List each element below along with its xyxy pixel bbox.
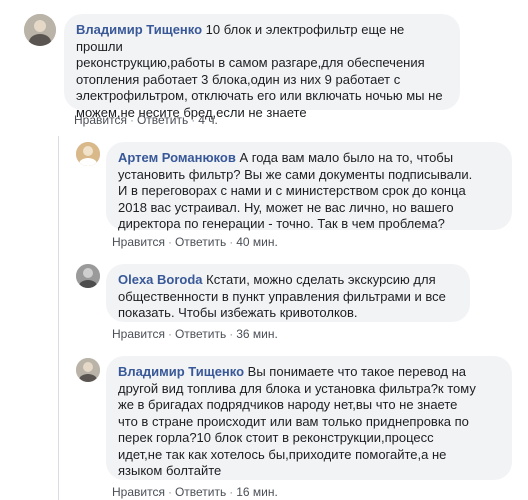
separator: · (229, 485, 234, 499)
comment-author[interactable]: Владимир Тищенко (76, 22, 202, 37)
comment-timestamp[interactable]: 4 ч. (198, 113, 218, 127)
user-photo-icon (76, 142, 100, 166)
reply-link[interactable]: Ответить (175, 485, 226, 499)
user-photo-icon (76, 358, 100, 382)
avatar[interactable] (24, 14, 56, 46)
avatar[interactable] (76, 142, 100, 166)
user-photo-icon (76, 264, 100, 288)
reply-link[interactable]: Ответить (175, 235, 226, 249)
comment-author[interactable]: Владимир Тищенко (118, 364, 244, 379)
like-link[interactable]: Нравится (112, 327, 165, 341)
like-link[interactable]: Нравится (112, 235, 165, 249)
comment-actions: Нравится · Ответить · 40 мин. (112, 234, 278, 250)
reply-thread-line (58, 136, 59, 500)
comment-bubble: Артем Романюков А года вам мало было на … (106, 142, 512, 231)
user-photo-icon (24, 14, 56, 46)
comment-bubble: Владимир Тищенко Вы понимаете что такое … (106, 356, 512, 480)
separator: · (229, 327, 234, 341)
separator: · (129, 113, 134, 127)
comment-actions: Нравится · Ответить · 36 мин. (112, 326, 278, 342)
like-link[interactable]: Нравится (112, 485, 165, 499)
comment-author[interactable]: Olexa Boroda (118, 272, 203, 287)
comment-actions: Нравится · Ответить · 16 мин. (112, 484, 278, 500)
comment-bubble: Владимир Тищенко 10 блок и электрофильтр… (64, 14, 460, 120)
comment-text: Вы понимаете что такое перевод на другой… (118, 364, 476, 478)
comment-author[interactable]: Артем Романюков (118, 150, 236, 165)
reply-link[interactable]: Ответить (175, 327, 226, 341)
separator: · (191, 113, 196, 127)
avatar[interactable] (76, 264, 100, 288)
separator: · (167, 485, 172, 499)
separator: · (167, 235, 172, 249)
comment-bubble: Olexa Boroda Кстати, можно сделать экску… (106, 264, 470, 322)
reply-link[interactable]: Ответить (137, 113, 188, 127)
separator: · (229, 235, 234, 249)
avatar[interactable] (76, 358, 100, 382)
comment-timestamp[interactable]: 40 мин. (236, 235, 278, 249)
comment-timestamp[interactable]: 36 мин. (236, 327, 278, 341)
comment-actions: Нравится · Ответить · 4 ч. (74, 112, 218, 128)
like-link[interactable]: Нравится (74, 113, 127, 127)
separator: · (167, 327, 172, 341)
comment-timestamp[interactable]: 16 мин. (236, 485, 278, 499)
